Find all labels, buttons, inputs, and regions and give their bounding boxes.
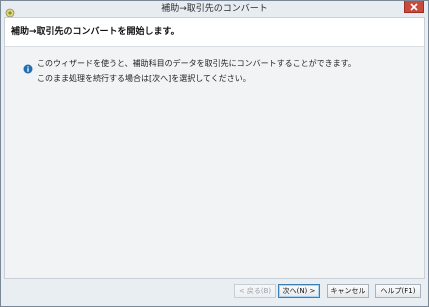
wizard-heading: 補助→取引先のコンバートを開始します。 bbox=[11, 27, 180, 37]
back-button[interactable]: < 戻る(B) bbox=[234, 284, 276, 298]
wizard-body: このウィザードを使うと、補助科目のデータを取引先にコンバートすることができます。… bbox=[5, 47, 424, 278]
info-icon bbox=[23, 59, 33, 74]
wizard-window: 補助→取引先のコンバート 補助→取引先のコンバートを開始します。 このウィザード… bbox=[0, 0, 429, 307]
cancel-button[interactable]: キャンセル bbox=[327, 284, 369, 298]
wizard-footer: < 戻る(B) 次へ(N) > キャンセル ヘルプ(F1) bbox=[1, 279, 428, 306]
wizard-header: 補助→取引先のコンバートを開始します。 bbox=[5, 18, 424, 47]
wizard-content: 補助→取引先のコンバートを開始します。 このウィザードを使うと、補助科目のデータ… bbox=[4, 17, 425, 279]
info-message-line-2: このまま処理を続行する場合は[次へ]を選択してください。 bbox=[37, 74, 251, 83]
next-button[interactable]: 次へ(N) > bbox=[278, 284, 320, 298]
close-icon bbox=[410, 3, 418, 11]
window-title: 補助→取引先のコンバート bbox=[161, 4, 268, 14]
close-button[interactable] bbox=[404, 1, 424, 13]
info-message-line-1: このウィザードを使うと、補助科目のデータを取引先にコンバートすることができます。 bbox=[37, 59, 356, 68]
help-button[interactable]: ヘルプ(F1) bbox=[375, 284, 421, 298]
title-bar: 補助→取引先のコンバート bbox=[1, 1, 428, 18]
